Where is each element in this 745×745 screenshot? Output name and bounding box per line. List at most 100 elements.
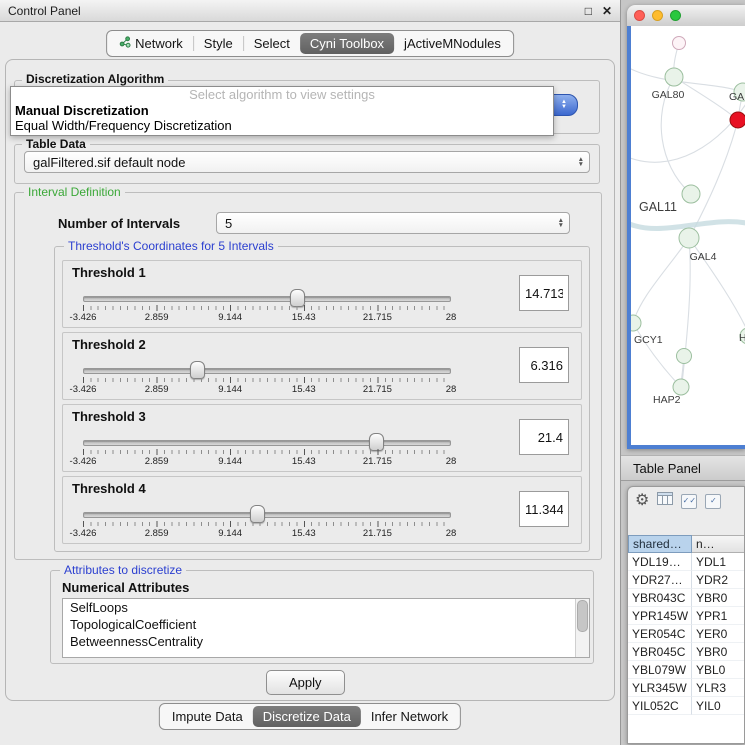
threshold-2-slider-track[interactable] — [83, 368, 451, 374]
threshold-3-value-field[interactable] — [519, 419, 569, 455]
table-cell[interactable]: YIL052C — [628, 697, 692, 715]
threshold-1-slider[interactable]: -3.426 2.859 9.144 15.43 21.715 28 — [81, 287, 453, 325]
tab-select-label: Select — [254, 33, 290, 54]
tab-network-label: Network — [135, 33, 183, 54]
dropdown-option-equal-width-frequency[interactable]: Equal Width/Frequency Discretization — [11, 118, 553, 133]
table-cell[interactable]: YDL1 — [692, 553, 744, 571]
restore-icon[interactable]: □ — [585, 4, 592, 18]
clear-selection-icon[interactable]: ✓ — [705, 494, 721, 509]
threshold-1-slider-track[interactable] — [83, 296, 451, 302]
apply-button[interactable]: Apply — [266, 670, 345, 695]
zoom-traffic-light[interactable] — [670, 10, 681, 21]
list-item[interactable]: TopologicalCoefficient — [63, 616, 589, 633]
table-row[interactable]: YDR27…YDR2 — [628, 571, 744, 589]
combobox-arrows-icon[interactable]: ▲▼ — [550, 94, 578, 116]
table-cell[interactable]: YBL0 — [692, 661, 744, 679]
spinner-arrows-icon: ▲▼ — [558, 218, 564, 228]
table-row[interactable]: YPR145WYPR1 — [628, 607, 744, 625]
table-row[interactable]: YDL19…YDL1 — [628, 553, 744, 571]
threshold-4-slider-track[interactable] — [83, 512, 451, 518]
table-data-selected-value: galFiltered.sif default node — [33, 155, 185, 170]
table-cell[interactable]: YLR345W — [628, 679, 692, 697]
tab-discretize-data[interactable]: Discretize Data — [253, 706, 361, 727]
table-row[interactable]: YBL079WYBL0 — [628, 661, 744, 679]
list-scrollbar-thumb[interactable] — [577, 600, 588, 632]
threshold-4-value-field[interactable] — [519, 491, 569, 527]
threshold-3-slider[interactable]: -3.426 2.859 9.144 15.43 21.715 28 — [81, 431, 453, 469]
number-of-intervals-select[interactable]: 5 ▲▼ — [216, 212, 570, 234]
select-all-rows-icon[interactable]: ✓✓ — [681, 494, 697, 509]
gear-icon[interactable]: ⚙ — [635, 493, 649, 509]
network-canvas[interactable]: GAL80GAGAL11GAL4GCY1HHAP2 — [627, 26, 745, 449]
list-scrollbar[interactable] — [575, 599, 589, 657]
control-panel-window: Control Panel □ ✕ Network Style Select C… — [0, 0, 621, 745]
columns-icon[interactable] — [657, 492, 673, 510]
network-view-window: GAL80GAGAL11GAL4GCY1HHAP2 — [627, 5, 745, 449]
table-cell[interactable]: YIL0 — [692, 697, 744, 715]
threshold-2-ticks — [83, 377, 451, 383]
table-cell[interactable]: YDR27… — [628, 571, 692, 589]
minimize-traffic-light[interactable] — [652, 10, 663, 21]
network-node[interactable] — [730, 112, 745, 128]
scale-tick-label: 9.144 — [218, 528, 242, 539]
table-row[interactable]: YER054CYER0 — [628, 625, 744, 643]
column-header-name[interactable]: n… — [692, 535, 744, 553]
numerical-attributes-list[interactable]: SelfLoops TopologicalCoefficient Between… — [62, 598, 590, 658]
tab-impute-data-label: Impute Data — [172, 706, 243, 727]
dropdown-option-manual-discretization[interactable]: Manual Discretization — [11, 103, 553, 118]
network-node[interactable] — [682, 185, 700, 203]
attributes-group-label: Attributes to discretize — [60, 563, 186, 577]
algorithm-dropdown-popup: Select algorithm to view settings Manual… — [10, 86, 554, 136]
table-panel-titlebar[interactable]: Table Panel — [621, 455, 745, 481]
table-cell[interactable]: YER054C — [628, 625, 692, 643]
table-data-select[interactable]: galFiltered.sif default node ▲▼ — [24, 151, 590, 173]
table-cell[interactable]: YBR043C — [628, 589, 692, 607]
network-node[interactable] — [677, 349, 692, 364]
threshold-1-scale: -3.426 2.859 9.144 15.43 21.715 28 — [83, 312, 451, 323]
threshold-1-value-field[interactable] — [519, 275, 569, 311]
table-cell[interactable]: YBL079W — [628, 661, 692, 679]
table-cell[interactable]: YER0 — [692, 625, 744, 643]
threshold-2-value-field[interactable] — [519, 347, 569, 383]
threshold-4-slider[interactable]: -3.426 2.859 9.144 15.43 21.715 28 — [81, 503, 453, 541]
table-cell[interactable]: YBR0 — [692, 643, 744, 661]
table-row[interactable]: YLR345WYLR3 — [628, 679, 744, 697]
tab-jactivemnodules[interactable]: jActiveMNodules — [394, 33, 511, 54]
close-traffic-light[interactable] — [634, 10, 645, 21]
tab-select[interactable]: Select — [244, 33, 300, 54]
table-cell[interactable]: YPR1 — [692, 607, 744, 625]
column-header-shared-name[interactable]: shared… — [628, 535, 692, 553]
threshold-3-label: Threshold 3 — [72, 409, 146, 424]
table-panel-title: Table Panel — [633, 461, 701, 476]
scale-tick-label: 9.144 — [218, 456, 242, 467]
tab-network[interactable]: Network — [109, 33, 193, 54]
network-node[interactable] — [631, 315, 641, 331]
table-toolbar: ⚙ ✓✓ ✓ — [628, 487, 744, 515]
threshold-3-slider-track[interactable] — [83, 440, 451, 446]
network-node[interactable] — [673, 379, 689, 395]
table-cell[interactable]: YPR145W — [628, 607, 692, 625]
tab-infer-network[interactable]: Infer Network — [361, 706, 458, 727]
tab-jactivemnodules-label: jActiveMNodules — [404, 33, 501, 54]
tab-infer-network-label: Infer Network — [371, 706, 448, 727]
table-cell[interactable]: YDR2 — [692, 571, 744, 589]
table-row[interactable]: YIL052CYIL0 — [628, 697, 744, 715]
tab-cyni-toolbox[interactable]: Cyni Toolbox — [300, 33, 394, 54]
network-node[interactable] — [679, 228, 699, 248]
table-cell[interactable]: YLR3 — [692, 679, 744, 697]
network-node[interactable] — [665, 68, 683, 86]
table-cell[interactable]: YDL19… — [628, 553, 692, 571]
threshold-2-slider[interactable]: -3.426 2.859 9.144 15.43 21.715 28 — [81, 359, 453, 397]
tab-impute-data[interactable]: Impute Data — [162, 706, 253, 727]
network-node[interactable] — [673, 37, 686, 50]
table-row[interactable]: YBR045CYBR0 — [628, 643, 744, 661]
close-icon[interactable]: ✕ — [602, 4, 612, 18]
table-row[interactable]: YBR043CYBR0 — [628, 589, 744, 607]
table-cell[interactable]: YBR045C — [628, 643, 692, 661]
list-item[interactable]: BetweennessCentrality — [63, 633, 589, 650]
tab-style[interactable]: Style — [194, 33, 243, 54]
scale-tick-label: -3.426 — [70, 312, 97, 323]
scale-tick-label: 15.43 — [292, 384, 316, 395]
list-item[interactable]: SelfLoops — [63, 599, 589, 616]
table-cell[interactable]: YBR0 — [692, 589, 744, 607]
